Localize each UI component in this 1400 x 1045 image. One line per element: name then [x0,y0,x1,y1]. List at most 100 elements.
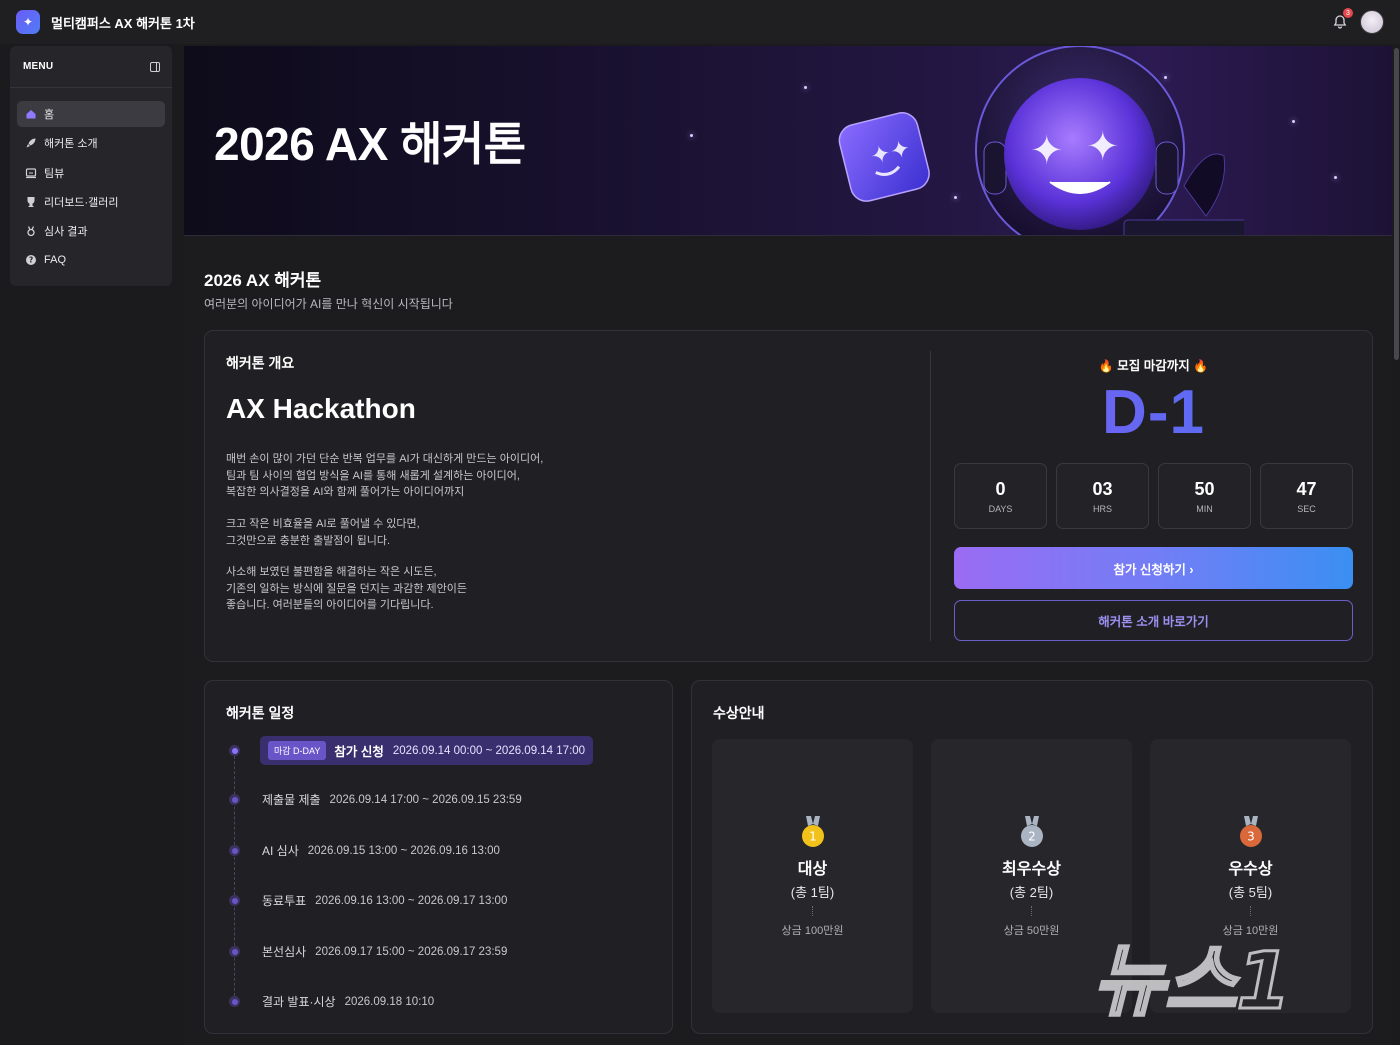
countdown-value: 50 [1194,478,1215,499]
award-separator [812,906,813,916]
timeline-name: 결과 발표·시상 [262,995,336,1009]
deadline-label-text: 모집 마감까지 [1117,359,1190,373]
trophy-icon [25,196,37,208]
medal-rank: 3 [1247,830,1255,844]
award-prize: 상금 50만원 [1003,925,1060,937]
divider [930,351,931,641]
sidebar-item-label: 심사 결과 [44,226,88,239]
award-first: 1 대상 (총 1팀) 상금 100만원 [712,739,913,1013]
timeline-dot [229,794,240,805]
app-logo-icon[interactable]: ✦ [16,10,40,34]
sidebar-item-label: FAQ [44,254,67,267]
countdown-unit: MIN [1196,503,1213,514]
svg-text:✦: ✦ [1030,128,1064,174]
user-avatar[interactable] [1360,10,1384,34]
timeline-dot [229,745,240,756]
menu-label: MENU [23,61,54,72]
sidebar: MENU 홈 해커톤 소개 팀뷰 리더보드·갤러리 심사 결과 ? FAQ [10,46,172,286]
timeline-name: 제출물 제출 [262,793,321,807]
overview-paragraph: 크고 작은 비효율을 AI로 풀어낼 수 있다면, 그것만으로 충분한 출발점이… [226,516,646,549]
sidebar-item-team[interactable]: 팀뷰 [17,160,165,186]
award-team-count: (총 5팀) [1228,885,1273,900]
award-team-count: (총 1팀) [790,885,835,900]
countdown-unit: DAYS [988,503,1013,514]
sidebar-nav: 홈 해커톤 소개 팀뷰 리더보드·갤러리 심사 결과 ? FAQ [10,88,172,273]
svg-text:?: ? [29,256,33,265]
team-icon [25,167,37,179]
gold-medal-icon: 1 [798,815,828,849]
sidebar-item-leaderboard[interactable]: 리더보드·갤러리 [17,189,165,215]
countdown-value: 03 [1092,478,1113,499]
news1-watermark-logo: 뉴스1 [1093,936,1292,1027]
notification-bell-icon[interactable]: 3 [1332,8,1353,30]
overview-card: 해커톤 개요 AX Hackathon 매번 손이 많이 가던 단순 반복 업무… [204,330,1373,662]
timeline-item: 제출물 제출 2026.09.14 17:00 ~ 2026.09.15 23:… [229,791,522,808]
page-title: 2026 AX 해커톤 [204,271,322,290]
timeline-item: 본선심사 2026.09.17 15:00 ~ 2026.09.17 23:59 [229,943,507,960]
timeline-line [234,751,235,1001]
deadline-label: 🔥 모집 마감까지 🔥 [954,355,1353,374]
rocket-icon [25,137,37,149]
timeline-name: AI 심사 [262,844,299,858]
page-subtitle: 여러분의 아이디어가 AI를 만나 혁신이 시작됩니다 [204,297,453,311]
deadline-badge: 마감 D-DAY [268,741,327,760]
overview-paragraph: 매번 손이 많이 가던 단순 반복 업무를 AI가 대신하게 만드는 아이디어,… [226,451,646,501]
overview-section-title: 해커톤 개요 [226,355,295,371]
timeline-name: 동료투표 [262,894,307,908]
fire-icon: 🔥 [1193,359,1209,373]
paragraph-line: 복잡한 의사결정을 AI와 함께 풀어가는 아이디어까지 [226,486,465,498]
timeline-date: 2026.09.16 13:00 ~ 2026.09.17 13:00 [315,894,508,907]
vertical-scrollbar[interactable] [1392,46,1400,1045]
scrollbar-thumb[interactable] [1394,48,1399,360]
hero-banner: 2026 AX 해커톤 ✦✦ ✦ ✦ [184,46,1392,236]
award-prize: 상금 100만원 [781,925,844,937]
watermark-text: 뉴스1 [1093,937,1291,1026]
timeline-date: 2026.09.15 13:00 ~ 2026.09.16 13:00 [307,844,500,857]
timeline-item: 마감 D-DAY 참가 신청 2026.09.14 00:00 ~ 2026.0… [229,736,594,765]
timeline-date: 2026.09.17 15:00 ~ 2026.09.17 23:59 [315,945,508,958]
apply-button[interactable]: 참가 신청하기 › [954,547,1353,589]
sidebar-item-home[interactable]: 홈 [17,101,165,127]
sidebar-collapse-icon[interactable] [150,61,160,72]
sidebar-item-intro[interactable]: 해커톤 소개 [17,130,165,156]
overview-paragraph: 사소해 보였던 불편함을 해결하는 작은 시도든, 기존의 일하는 방식에 질문… [226,564,646,614]
home-icon [25,108,37,120]
countdown-unit: HRS [1092,503,1112,514]
award-separator [1250,906,1251,916]
schedule-title: 해커톤 일정 [226,705,295,721]
sidebar-item-results[interactable]: 심사 결과 [17,218,165,244]
paragraph-line: 기존의 일하는 방식에 질문을 던지는 과감한 제안이든 [226,582,467,595]
sidebar-header: MENU [10,46,172,88]
schedule-card: 해커톤 일정 마감 D-DAY 참가 신청 2026.09.14 00:00 ~… [204,680,673,1034]
timeline-item: AI 심사 2026.09.15 13:00 ~ 2026.09.16 13:0… [229,842,500,859]
star-decoration [690,134,693,137]
star-decoration [1334,176,1337,179]
bronze-medal-icon: 3 [1236,815,1266,849]
timeline-dot [229,996,240,1007]
timeline-date: 2026.09.14 17:00 ~ 2026.09.15 23:59 [329,793,522,806]
paragraph-line: 좋습니다. 여러분들의 아이디어를 기다립니다. [226,599,434,611]
timeline-active-highlight: 마감 D-DAY 참가 신청 2026.09.14 00:00 ~ 2026.0… [260,736,594,765]
medal-rank: 1 [809,830,817,844]
hackathon-intro-button[interactable]: 해커톤 소개 바로가기 [954,600,1353,641]
award-name: 우수상 [1228,861,1273,878]
sidebar-item-label: 리더보드·갤러리 [44,196,119,209]
app-title: 멀티캠퍼스 AX 해커톤 1차 [51,15,195,31]
timeline-date: 2026.09.18 10:10 [344,995,435,1008]
countdown-unit: SEC [1297,503,1316,514]
countdown-hours: 03 HRS [1056,463,1149,529]
award-team-count: (총 2팀) [1009,885,1054,900]
countdown-value: 47 [1296,478,1317,499]
paragraph-line: 그것만으로 충분한 출발점이 됩니다. [226,534,391,547]
sidebar-item-faq[interactable]: ? FAQ [17,247,165,273]
sidebar-item-label: 해커톤 소개 [44,138,98,151]
countdown-days: 0 DAYS [954,463,1047,529]
timeline-name: 참가 신청 [334,745,384,759]
award-name: 최우수상 [1002,861,1061,878]
star-decoration [804,86,807,89]
dday-counter: D-1 [954,377,1353,448]
countdown-timer: 0 DAYS 03 HRS 50 MIN 47 SEC [954,463,1353,529]
paragraph-line: 매번 손이 많이 가던 단순 반복 업무를 AI가 대신하게 만드는 아이디어, [226,453,544,465]
countdown-minutes: 50 MIN [1158,463,1251,529]
medal-rank: 2 [1028,830,1036,844]
